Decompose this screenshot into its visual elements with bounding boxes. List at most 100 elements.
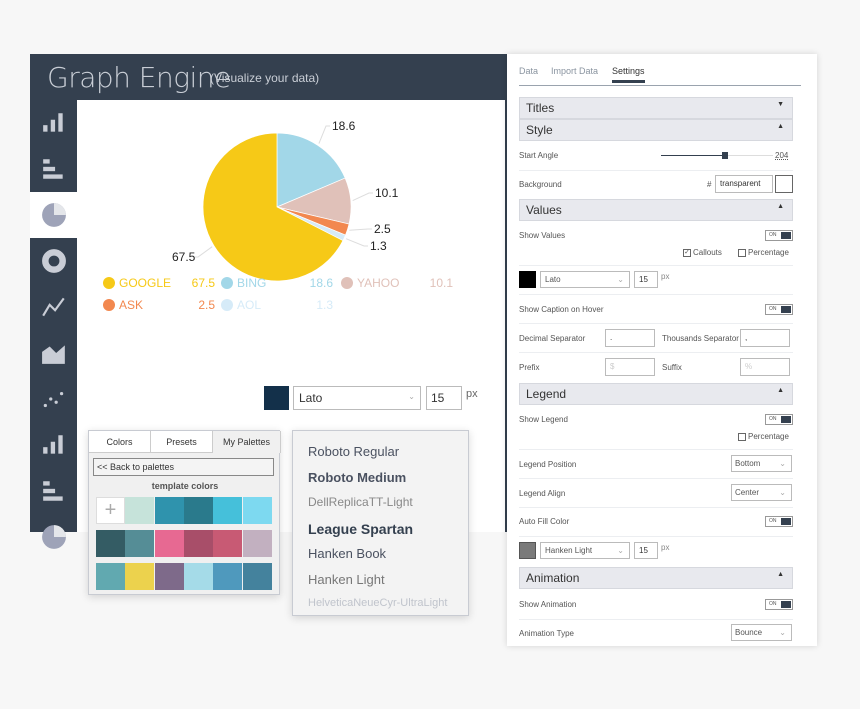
animation-type-select[interactable]: Bounce ⌄ [731, 624, 792, 641]
back-to-palettes-button[interactable]: << Back to palettes [93, 458, 274, 476]
show-animation-label: Show Animation [519, 600, 577, 609]
caption-hover-toggle[interactable]: ON [765, 304, 793, 315]
data-label: 2.5 [374, 222, 391, 236]
add-color-button[interactable]: + [96, 497, 125, 524]
sidebar-item-area-chart[interactable] [30, 330, 77, 376]
section-style[interactable]: Style ▲ [519, 119, 793, 141]
color-swatch[interactable] [154, 497, 184, 524]
show-animation-row: Show Animation ON [519, 591, 793, 620]
start-angle-slider[interactable] [661, 152, 773, 159]
prefix-input[interactable]: $ [605, 358, 655, 376]
px-unit: px [661, 543, 670, 552]
tab-import-data[interactable]: Import Data [551, 66, 598, 76]
font-option[interactable]: DellReplicaTT-Light [308, 495, 413, 509]
legend-color-swatch[interactable] [519, 542, 536, 559]
font-option[interactable]: Roboto Medium [308, 470, 406, 485]
section-animation[interactable]: Animation ▲ [519, 567, 793, 589]
font-option[interactable]: HelveticaNeueCyr-UltraLight [308, 597, 447, 609]
sidebar-item-horizontal-bar[interactable] [30, 468, 77, 514]
thousands-separator-input[interactable]: , [740, 329, 790, 347]
legend-item-yahoo[interactable]: YAHOO 10.1 [341, 276, 453, 290]
sidebar-item-horizontal-bar[interactable] [30, 146, 77, 192]
color-swatch[interactable] [183, 563, 213, 590]
background-row: Background # transparent [519, 171, 793, 199]
slider-handle[interactable] [721, 152, 728, 159]
decimal-separator-input[interactable]: . [605, 329, 655, 347]
section-title: Style [526, 123, 553, 137]
sidebar-item-line-chart[interactable] [30, 284, 77, 330]
legend-item-aol[interactable]: AOL 1.3 [221, 298, 333, 312]
color-swatch[interactable] [96, 530, 125, 557]
legend-percentage-checkbox[interactable]: Percentage [738, 432, 789, 441]
legend-value: 2.5 [198, 298, 215, 312]
hash-label: # [707, 180, 712, 189]
legend-item-ask[interactable]: ASK 2.5 [103, 298, 215, 312]
color-swatch[interactable] [125, 530, 155, 557]
legend-label: YAHOO [357, 276, 400, 290]
legend-font-select[interactable]: Hanken Light ⌄ [540, 542, 630, 559]
legend-size-input[interactable]: 15 [634, 542, 658, 559]
section-legend[interactable]: Legend ▲ [519, 383, 793, 405]
color-swatch[interactable] [125, 563, 155, 590]
font-option[interactable]: Roboto Regular [308, 444, 399, 459]
palette-tab-presets[interactable]: Presets [151, 431, 213, 453]
color-swatch[interactable] [125, 497, 155, 524]
legend-item-bing[interactable]: BING 18.6 [221, 276, 333, 290]
app-header: Graph Engine (Visualize your data) [30, 54, 508, 100]
sidebar-item-pie-chart[interactable] [30, 192, 77, 238]
legend-label: AOL [237, 298, 262, 312]
caret-up-icon: ▲ [777, 203, 784, 210]
sidebar-item-donut-chart[interactable] [30, 238, 77, 284]
values-percentage-checkbox[interactable]: Percentage [738, 248, 789, 257]
show-animation-toggle[interactable]: ON [765, 599, 793, 610]
value-color-swatch[interactable] [519, 271, 536, 288]
pie-chart-icon [41, 203, 66, 227]
sidebar-item-bar-chart[interactable] [30, 100, 77, 146]
chevron-down-icon: ⌄ [779, 488, 786, 497]
color-swatch[interactable] [183, 497, 213, 524]
sidebar-item-bar-chart[interactable] [30, 422, 77, 468]
value-size-input[interactable]: 15 [634, 271, 658, 288]
value-font-select[interactable]: Lato ⌄ [540, 271, 630, 288]
color-swatch[interactable] [213, 497, 243, 524]
font-option[interactable]: League Spartan [308, 521, 413, 537]
color-swatch[interactable] [154, 530, 184, 557]
font-option[interactable]: Hanken Book [308, 546, 386, 561]
color-swatch[interactable] [242, 563, 272, 590]
font-select[interactable]: Lato ⌄ [293, 386, 421, 410]
color-swatch[interactable] [96, 563, 125, 590]
section-values[interactable]: Values ▲ [519, 199, 793, 221]
font-size-input[interactable]: 15 [426, 386, 462, 410]
color-swatch[interactable] [242, 497, 272, 524]
suffix-input[interactable]: % [740, 358, 790, 376]
callouts-checkbox[interactable]: ✓ Callouts [683, 248, 722, 257]
section-titles[interactable]: Titles ▼ [519, 97, 793, 119]
legend-dot-icon [221, 299, 233, 311]
auto-fill-toggle[interactable]: ON [765, 516, 793, 527]
legend-item-google[interactable]: GOOGLE 67.5 [103, 276, 215, 290]
color-swatch[interactable] [154, 563, 184, 590]
color-swatch[interactable] [213, 530, 243, 557]
section-title: Titles [526, 101, 555, 115]
chart-type-sidebar [30, 100, 77, 549]
background-color-swatch[interactable] [775, 175, 793, 193]
legend-label: GOOGLE [119, 276, 172, 290]
sidebar-item-scatter-chart[interactable] [30, 376, 77, 422]
chevron-down-icon: ⌄ [408, 392, 415, 401]
font-option[interactable]: Hanken Light [308, 572, 385, 587]
legend-align-select[interactable]: Center ⌄ [731, 484, 792, 501]
caret-down-icon: ▼ [777, 101, 784, 108]
show-legend-toggle[interactable]: ON [765, 414, 793, 425]
show-values-toggle[interactable]: ON [765, 230, 793, 241]
tab-settings[interactable]: Settings [612, 66, 645, 83]
palette-tab-my-palettes[interactable]: My Palettes [213, 431, 281, 453]
tab-data[interactable]: Data [519, 66, 538, 76]
font-color-swatch[interactable] [264, 386, 289, 410]
sidebar-item-pie-chart[interactable] [30, 514, 77, 560]
color-swatch[interactable] [183, 530, 213, 557]
palette-tab-colors[interactable]: Colors [89, 431, 151, 453]
background-input[interactable]: transparent [715, 175, 773, 193]
color-swatch[interactable] [213, 563, 243, 590]
legend-position-select[interactable]: Bottom ⌄ [731, 455, 792, 472]
color-swatch[interactable] [242, 530, 272, 557]
